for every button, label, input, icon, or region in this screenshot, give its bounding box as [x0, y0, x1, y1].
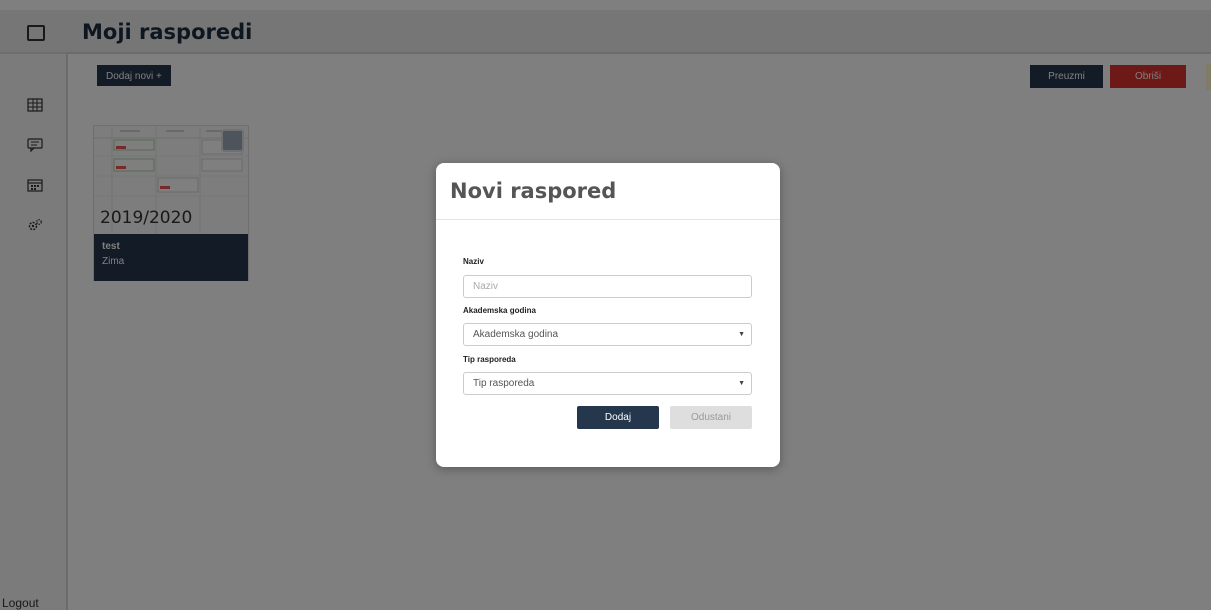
add-button[interactable]: Dodaj [577, 406, 659, 429]
dropdown-arrow-icon: ▼ [738, 380, 745, 387]
new-schedule-modal: Novi raspored Naziv Naziv Akademska godi… [436, 163, 780, 467]
name-label: Naziv [463, 257, 484, 266]
academic-year-select[interactable]: Akademska godina ▼ [463, 323, 752, 346]
dropdown-arrow-icon: ▼ [738, 331, 745, 338]
academic-year-label: Akademska godina [463, 306, 536, 315]
modal-header: Novi raspored [436, 163, 780, 220]
schedule-type-select[interactable]: Tip rasporeda ▼ [463, 372, 752, 395]
schedule-type-label: Tip rasporeda [463, 355, 516, 364]
schedule-type-value: Tip rasporeda [473, 378, 535, 389]
name-input[interactable]: Naziv [463, 275, 752, 298]
cancel-button[interactable]: Odustani [670, 406, 752, 429]
modal-title: Novi raspored [450, 179, 617, 203]
academic-year-value: Akademska godina [473, 329, 559, 340]
